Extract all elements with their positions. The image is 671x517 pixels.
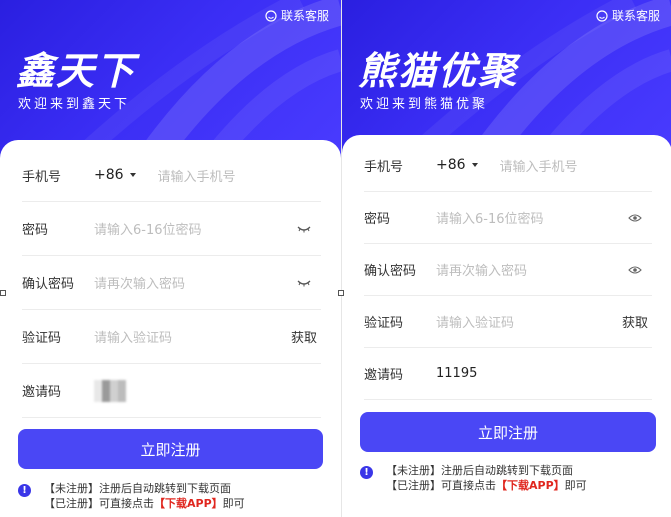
notice-tag-registered: 【已注册】 — [386, 479, 441, 492]
resize-handle[interactable] — [338, 290, 344, 296]
phone-row: 手机号 +86 请输入手机号 — [22, 149, 321, 202]
invite-code-label: 邀请码 — [22, 385, 62, 400]
right-register-screen: 联系客服 熊猫优聚 欢迎来到熊猫优聚 手机号 +86 请输入手机号 密码 请输入… — [341, 0, 671, 517]
invite-code-label: 邀请码 — [364, 368, 404, 383]
verify-code-label: 验证码 — [364, 316, 404, 331]
notice-text-registered: 可直接点击 — [99, 497, 154, 510]
resize-handle[interactable] — [0, 290, 6, 296]
notice-text-end: 即可 — [564, 479, 587, 492]
download-app-link[interactable]: 【下载APP】 — [154, 497, 223, 510]
eye-open-icon[interactable] — [628, 213, 642, 223]
download-app-link[interactable]: 【下载APP】 — [496, 479, 565, 492]
phone-input[interactable]: 请输入手机号 — [158, 166, 321, 185]
register-button[interactable]: 立即注册 — [18, 429, 323, 469]
password-input[interactable]: 请输入6-16位密码 — [436, 208, 628, 227]
confirm-password-row: 确认密码 请再次输入密码 — [22, 256, 321, 310]
invite-code-input-blurred[interactable] — [94, 379, 126, 402]
welcome-tagline: 欢迎来到鑫天下 — [18, 97, 131, 112]
notice-tag-registered: 【已注册】 — [44, 497, 99, 510]
invite-code-row: 邀请码 — [22, 364, 321, 418]
contact-support-label: 联系客服 — [280, 9, 329, 23]
notice-tag-unregistered: 【未注册】 — [44, 482, 99, 495]
welcome-tagline: 欢迎来到熊猫优聚 — [360, 97, 489, 112]
verify-code-input[interactable]: 请输入验证码 — [94, 327, 291, 346]
password-row: 密码 请输入6-16位密码 — [364, 192, 652, 244]
notice-text-registered: 可直接点击 — [441, 479, 496, 492]
invite-code-row: 邀请码 11195 — [364, 348, 652, 400]
contact-support-link[interactable]: 联系客服 — [265, 7, 329, 24]
contact-support-link[interactable]: 联系客服 — [596, 7, 660, 24]
brand-logo-text: 熊猫优聚 — [358, 49, 519, 93]
confirm-password-input[interactable]: 请再次输入密码 — [94, 273, 297, 292]
eye-closed-icon[interactable] — [297, 224, 311, 234]
register-notice: ! 【未注册】注册后自动跳转到下载页面 【已注册】可直接点击【下载APP】即可 — [360, 463, 670, 497]
phone-label: 手机号 — [364, 159, 404, 175]
confirm-password-row: 确认密码 请再次输入密码 — [364, 244, 652, 296]
phone-input[interactable]: 请输入手机号 — [500, 156, 652, 175]
notice-text-unregistered: 注册后自动跳转到下载页面 — [441, 464, 573, 477]
brand-logo-text: 鑫天下 — [16, 49, 137, 93]
get-code-button[interactable]: 获取 — [291, 327, 317, 346]
caret-down-icon — [129, 173, 136, 177]
register-notice: ! 【未注册】注册后自动跳转到下载页面 【已注册】可直接点击【下载APP】即可 — [18, 481, 338, 515]
contact-support-label: 联系客服 — [611, 9, 660, 23]
confirm-password-input[interactable]: 请再次输入密码 — [436, 260, 628, 279]
phone-row: 手机号 +86 请输入手机号 — [364, 139, 652, 192]
smile-icon — [265, 9, 277, 22]
verify-code-row: 验证码 请输入验证码 获取 — [364, 296, 652, 348]
password-label: 密码 — [364, 212, 391, 227]
country-code-select[interactable]: +86 — [436, 157, 478, 173]
confirm-password-label: 确认密码 — [364, 264, 417, 279]
password-row: 密码 请输入6-16位密码 — [22, 202, 321, 256]
register-button[interactable]: 立即注册 — [360, 412, 656, 452]
eye-closed-icon[interactable] — [297, 278, 311, 288]
country-code-select[interactable]: +86 — [94, 167, 136, 183]
notice-text-end: 即可 — [222, 497, 245, 510]
eye-open-icon[interactable] — [628, 265, 642, 275]
exclamation-icon: ! — [18, 484, 31, 497]
phone-label: 手机号 — [22, 169, 62, 185]
get-code-button[interactable]: 获取 — [622, 312, 648, 331]
notice-tag-unregistered: 【未注册】 — [386, 464, 441, 477]
password-input[interactable]: 请输入6-16位密码 — [94, 219, 297, 238]
register-form-card: 手机号 +86 请输入手机号 密码 请输入6-16位密码 确认密码 请再次输入密… — [342, 135, 671, 517]
password-label: 密码 — [22, 223, 49, 238]
left-register-screen: 联系客服 鑫天下 欢迎来到鑫天下 手机号 +86 请输入手机号 密码 请输入6-… — [0, 0, 341, 517]
exclamation-icon: ! — [360, 466, 373, 479]
smile-icon — [596, 9, 608, 22]
country-code-value: +86 — [94, 167, 124, 183]
caret-down-icon — [471, 163, 478, 167]
verify-code-input[interactable]: 请输入验证码 — [436, 312, 622, 331]
invite-code-input[interactable]: 11195 — [436, 366, 652, 381]
verify-code-label: 验证码 — [22, 331, 62, 346]
verify-code-row: 验证码 请输入验证码 获取 — [22, 310, 321, 364]
confirm-password-label: 确认密码 — [22, 277, 75, 292]
notice-text-unregistered: 注册后自动跳转到下载页面 — [99, 482, 231, 495]
country-code-value: +86 — [436, 157, 466, 173]
register-form-card: 手机号 +86 请输入手机号 密码 请输入6-16位密码 确认密码 请再次输入密… — [0, 140, 341, 517]
